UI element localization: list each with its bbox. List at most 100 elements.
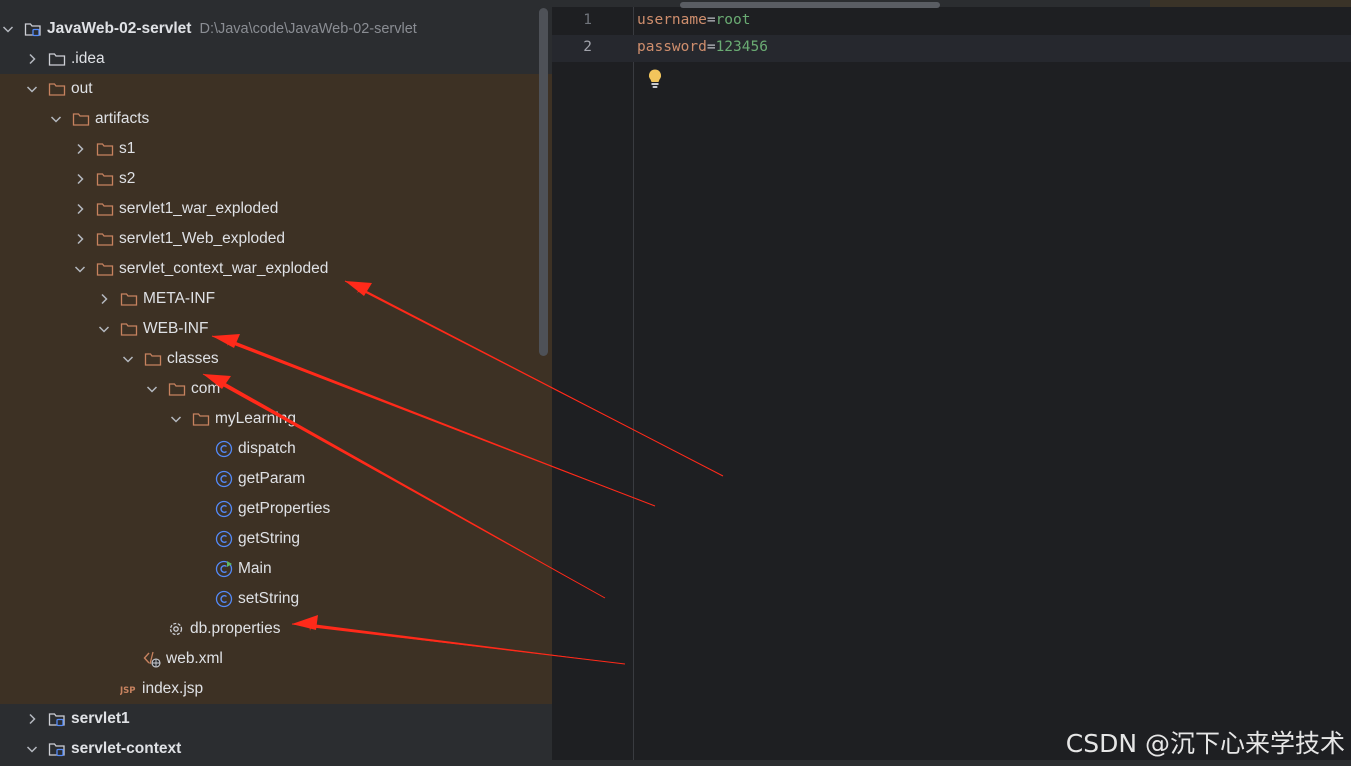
tree-item-class-setstring[interactable]: setString <box>0 584 552 614</box>
line-number-gutter <box>552 7 634 766</box>
tree-item-label: setString <box>238 590 300 607</box>
tree-item-label: servlet-context <box>71 740 182 757</box>
tree-item-web-inf[interactable]: WEB-INF <box>0 314 552 344</box>
chevron-right-icon[interactable] <box>72 231 88 247</box>
tree-item-class-getproperties[interactable]: getProperties <box>0 494 552 524</box>
class-icon <box>215 530 233 548</box>
code-text[interactable]: password=123456 <box>637 39 768 55</box>
excluded-folder-icon <box>144 353 162 366</box>
tree-item-db-properties[interactable]: db.properties <box>0 614 552 644</box>
class-icon <box>215 590 233 608</box>
excluded-folder-icon <box>96 233 114 246</box>
chevron-right-icon[interactable] <box>96 291 112 307</box>
bottom-strip <box>0 760 1351 766</box>
svg-text:JSP: JSP <box>120 686 136 696</box>
line-number: 2 <box>583 39 592 55</box>
tree-item-class-dispatch[interactable]: dispatch <box>0 434 552 464</box>
excluded-folder-icon <box>72 113 90 126</box>
excluded-folder-icon <box>168 383 186 396</box>
tree-item-label: servlet1 <box>71 710 130 727</box>
excluded-folder-icon <box>96 143 114 156</box>
tree-item-label: s2 <box>119 170 136 187</box>
tree-item-label: s1 <box>119 140 136 157</box>
tree-item-label: index.jsp <box>142 680 204 697</box>
tree-item-label: classes <box>167 350 219 367</box>
tree-item-s2[interactable]: s2 <box>0 164 552 194</box>
tree-item-project-root[interactable]: JavaWeb-02-servlet D:\Java\code\JavaWeb-0… <box>0 14 552 44</box>
tree-item-label: getString <box>238 530 301 547</box>
chevron-down-icon[interactable] <box>96 321 112 337</box>
tree-item-label: myLearning <box>215 410 296 427</box>
tree-item-label: getProperties <box>238 500 331 517</box>
chevron-right-icon[interactable] <box>72 171 88 187</box>
runnable-class-icon <box>215 560 233 578</box>
project-tree-panel: JavaWeb-02-servlet D:\Java\code\JavaWeb-0… <box>0 0 552 766</box>
excluded-folder-icon <box>96 173 114 186</box>
tree-item-class-main[interactable]: Main <box>0 554 552 584</box>
code-text[interactable]: username=root <box>637 12 751 28</box>
code-line-current[interactable]: 2 password=123456 <box>552 35 1351 62</box>
chevron-down-icon[interactable] <box>72 261 88 277</box>
tree-item-label: web.xml <box>166 650 223 667</box>
tree-item-label: .idea <box>71 50 105 67</box>
tree-item-label: dispatch <box>238 440 296 457</box>
chevron-right-icon[interactable] <box>72 201 88 217</box>
tree-item-label: Main <box>238 560 272 577</box>
tree-item-meta-inf[interactable]: META-INF <box>0 284 552 314</box>
tree-item-label: out <box>71 80 93 97</box>
excluded-folder-icon <box>192 413 210 426</box>
chevron-down-icon[interactable] <box>24 81 40 97</box>
tree-item-label: JavaWeb-02-servlet <box>47 20 192 37</box>
chevron-down-icon[interactable] <box>48 111 64 127</box>
tree-item-label: artifacts <box>95 110 150 127</box>
chevron-down-icon[interactable] <box>120 351 136 367</box>
chevron-down-icon[interactable] <box>168 411 184 427</box>
property-equals: = <box>706 12 716 28</box>
chevron-right-icon[interactable] <box>72 141 88 157</box>
properties-file-icon <box>169 622 183 636</box>
tree-vertical-scrollbar[interactable] <box>539 8 548 356</box>
tree-item-web-xml[interactable]: web.xml <box>0 644 552 674</box>
tree-item-label: servlet1_war_exploded <box>119 200 279 217</box>
excluded-folder-icon <box>120 293 138 306</box>
module-folder-icon <box>24 23 41 37</box>
lightbulb-icon[interactable] <box>646 68 664 90</box>
chevron-right-icon[interactable] <box>24 51 40 67</box>
tree-item-servlet1-web-exploded[interactable]: servlet1_Web_exploded <box>0 224 552 254</box>
code-editor[interactable]: 1 username=root 2 password=123456 <box>552 0 1351 766</box>
class-icon <box>215 470 233 488</box>
project-path: D:\Java\code\JavaWeb-02-servlet <box>199 21 417 37</box>
tree-item-class-getstring[interactable]: getString <box>0 524 552 554</box>
tree-item-out[interactable]: out <box>0 74 552 104</box>
folder-icon <box>48 53 66 66</box>
tree-item-servlet1[interactable]: servlet1 <box>0 704 552 734</box>
property-equals: = <box>706 39 716 55</box>
tree-item-label: getParam <box>238 470 306 487</box>
property-key: password <box>637 39 707 55</box>
tree-item-label: WEB-INF <box>143 320 209 337</box>
excluded-folder-icon <box>96 203 114 216</box>
tree-item-servlet-context-war-exploded[interactable]: servlet_context_war_exploded <box>0 254 552 284</box>
tree-item-idea[interactable]: .idea <box>0 44 552 74</box>
chevron-down-icon[interactable] <box>24 741 40 757</box>
excluded-folder-icon <box>48 83 66 96</box>
code-line[interactable]: 1 username=root <box>552 8 1351 35</box>
tree-item-index-jsp[interactable]: JSP index.jsp <box>0 674 552 704</box>
tree-item-class-getparam[interactable]: getParam <box>0 464 552 494</box>
tree-item-mylearning[interactable]: myLearning <box>0 404 552 434</box>
tree-item-classes[interactable]: classes <box>0 344 552 374</box>
excluded-folder-icon <box>120 323 138 336</box>
tree-item-label: db.properties <box>190 620 281 637</box>
chevron-down-icon[interactable] <box>0 21 16 37</box>
chevron-down-icon[interactable] <box>144 381 160 397</box>
property-key: username <box>637 12 707 28</box>
excluded-folder-icon <box>96 263 114 276</box>
tree-item-com[interactable]: com <box>0 374 552 404</box>
tree-item-s1[interactable]: s1 <box>0 134 552 164</box>
tree-item-label: servlet1_Web_exploded <box>119 230 286 247</box>
tree-item-servlet1-war-exploded[interactable]: servlet1_war_exploded <box>0 194 552 224</box>
tree-item-artifacts[interactable]: artifacts <box>0 104 552 134</box>
tree-item-label: META-INF <box>143 290 216 307</box>
class-icon <box>215 440 233 458</box>
chevron-right-icon[interactable] <box>24 711 40 727</box>
